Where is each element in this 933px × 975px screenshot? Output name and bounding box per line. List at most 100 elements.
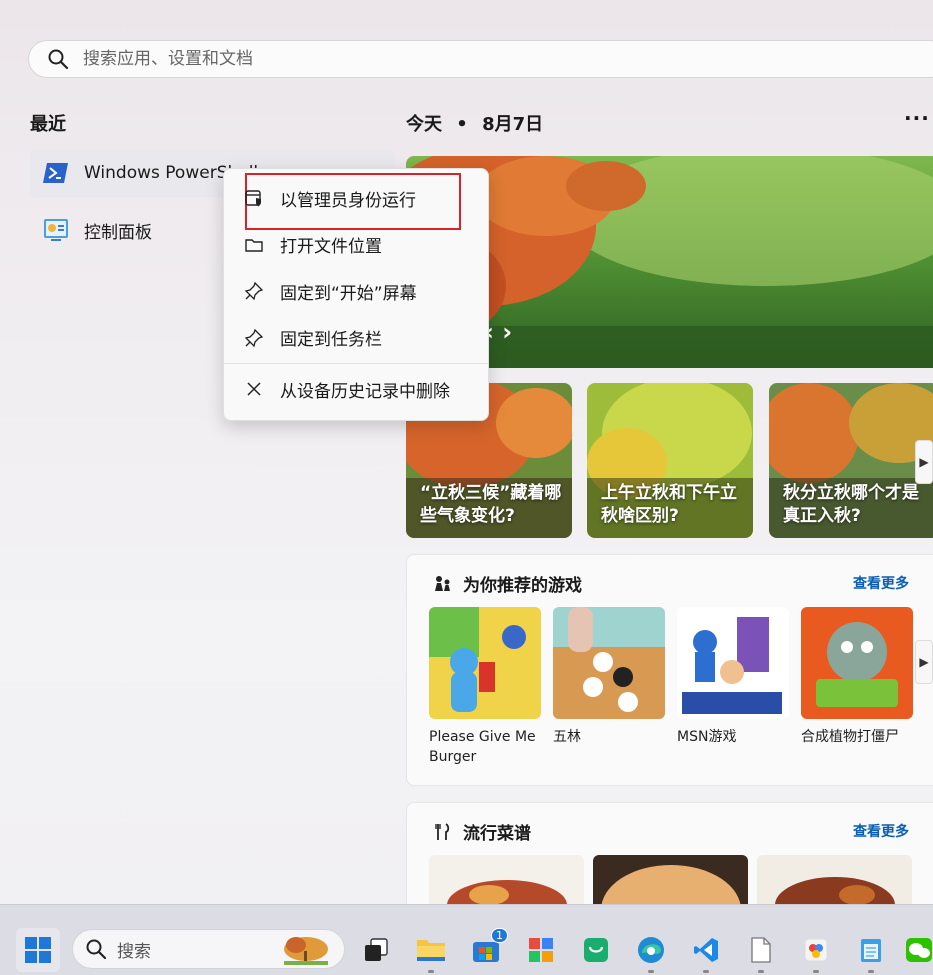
- games-section-title: 为你推荐的游戏: [463, 576, 582, 596]
- running-indicator: [703, 970, 709, 973]
- recent-heading: 最近: [30, 114, 66, 135]
- game-name: 五林: [553, 729, 581, 745]
- menu-item-label: 以管理员身份运行: [280, 190, 416, 211]
- game-name: 合成植物打僵尸: [801, 729, 899, 745]
- recipes-see-more-link[interactable]: 查看更多: [853, 821, 909, 841]
- menu-item-label: 固定到“开始”屏幕: [280, 283, 417, 304]
- start-menu-panel: 最近 Windows PowerShell 控制面板 今天 • 8月7日 ···: [0, 0, 933, 905]
- games-see-more-link[interactable]: 查看更多: [853, 573, 909, 593]
- powershell-icon: [43, 163, 68, 183]
- recipe-tile[interactable]: [593, 855, 748, 904]
- menu-item-run-as-admin[interactable]: 以管理员身份运行: [224, 175, 488, 222]
- search-icon: [48, 49, 69, 70]
- photos-app-button[interactable]: [794, 928, 838, 972]
- news-card[interactable]: 上午立秋和下午立秋啥区别?: [587, 383, 753, 538]
- menu-item-pin-to-taskbar[interactable]: 固定到任务栏: [224, 315, 488, 362]
- game-name: Please Give Me Burger: [429, 729, 536, 765]
- card-caption: 秋分立秋哪个才是真正入秋?: [783, 483, 919, 526]
- recent-item-label: 控制面板: [84, 222, 152, 243]
- recipes-section-header: 流行菜谱: [433, 819, 531, 844]
- game-thumbnail: [801, 607, 913, 719]
- game-tile[interactable]: 合成植物打僵尸: [801, 607, 913, 747]
- games-section-header: 为你推荐的游戏: [433, 571, 582, 596]
- today-date: 8月7日: [482, 114, 544, 135]
- games-next-button[interactable]: ▶: [915, 640, 933, 684]
- search-icon: [86, 939, 107, 960]
- menu-item-label: 从设备历史记录中删除: [280, 381, 450, 402]
- store-button[interactable]: 1: [464, 928, 508, 972]
- recipe-tile[interactable]: [429, 855, 584, 904]
- file-explorer-button[interactable]: [409, 928, 453, 972]
- recipe-image: [593, 855, 748, 904]
- menu-item-pin-to-start[interactable]: 固定到“开始”屏幕: [224, 268, 488, 315]
- edge-button[interactable]: [629, 928, 673, 972]
- control-panel-icon: [44, 219, 68, 241]
- game-thumbnail: [553, 607, 665, 719]
- today-label: 今天: [406, 114, 442, 135]
- recipe-tile[interactable]: [757, 855, 912, 904]
- cards-next-button[interactable]: ▶: [915, 440, 933, 484]
- start-button[interactable]: [16, 928, 60, 972]
- search-input[interactable]: [83, 49, 783, 69]
- fork-knife-icon: [435, 822, 450, 840]
- colorful-app-icon: [529, 938, 553, 962]
- recipe-image: [757, 855, 912, 904]
- menu-item-label: 固定到任务栏: [280, 330, 382, 351]
- menu-item-open-file-location[interactable]: 打开文件位置: [224, 222, 488, 269]
- game-tile[interactable]: Please Give Me Burger: [429, 607, 541, 767]
- vscode-icon: [694, 938, 718, 962]
- more-options-button[interactable]: ···: [904, 106, 930, 130]
- folder-icon: [417, 940, 445, 961]
- notification-badge: 1: [491, 928, 508, 943]
- card-caption: “立秋三候”藏着哪些气象变化?: [420, 483, 562, 526]
- photos-icon: [804, 938, 828, 962]
- game-tile[interactable]: 五林: [553, 607, 665, 747]
- close-icon: [247, 382, 261, 396]
- notepad-button[interactable]: [849, 928, 893, 972]
- recipes-section-title: 流行菜谱: [463, 824, 531, 844]
- game-thumbnail: [429, 607, 541, 719]
- windows-logo-icon: [25, 937, 51, 963]
- edge-browser-icon: [638, 937, 664, 963]
- wechat-icon: [906, 938, 932, 962]
- running-indicator: [428, 970, 434, 973]
- shopping-app-button[interactable]: [574, 928, 618, 972]
- folder-icon: [245, 239, 263, 252]
- game-thumbnail: [677, 607, 789, 719]
- recipe-image: [429, 855, 584, 904]
- search-highlight-autumn-icon: [284, 937, 328, 965]
- running-indicator: [868, 970, 874, 973]
- task-view-button[interactable]: [354, 928, 398, 972]
- pin-icon: [244, 282, 264, 301]
- admin-shield-icon: [245, 190, 261, 207]
- taskbar-search[interactable]: 搜索: [72, 929, 345, 969]
- game-pieces-icon: [435, 575, 450, 591]
- menu-item-label: 打开文件位置: [280, 237, 382, 258]
- start-search-box[interactable]: [28, 40, 933, 78]
- today-header: 今天 • 8月7日: [406, 110, 543, 136]
- running-indicator: [758, 970, 764, 973]
- running-indicator: [648, 970, 654, 973]
- game-name: MSN游戏: [677, 729, 737, 745]
- menu-item-remove-from-history[interactable]: 从设备历史记录中删除: [224, 366, 488, 413]
- shopping-bag-icon: [584, 938, 608, 962]
- card-caption: 上午立秋和下午立秋啥区别?: [601, 483, 737, 526]
- notepad-icon: [861, 939, 881, 962]
- taskbar-search-label: 搜索: [117, 941, 151, 962]
- running-indicator: [813, 970, 819, 973]
- document-button[interactable]: [739, 928, 783, 972]
- today-separator: •: [456, 114, 468, 135]
- context-menu: 以管理员身份运行 打开文件位置 固定到“开始”屏幕 固定到任务栏 从设备历史记录…: [223, 168, 489, 421]
- vscode-button[interactable]: [684, 928, 728, 972]
- menu-separator: [224, 363, 488, 364]
- recipes-section: 流行菜谱 查看更多: [406, 802, 933, 904]
- wechat-button[interactable]: [904, 928, 933, 972]
- office-app-button[interactable]: [519, 928, 563, 972]
- task-view-icon: [365, 938, 388, 961]
- games-section: 为你推荐的游戏 查看更多 Please Give Me Burger 五林 MS…: [406, 554, 933, 786]
- document-icon: [751, 937, 771, 963]
- taskbar: 搜索 1: [0, 922, 933, 975]
- pin-icon: [244, 328, 264, 348]
- game-tile[interactable]: MSN游戏: [677, 607, 789, 747]
- news-card[interactable]: 秋分立秋哪个才是真正入秋?: [769, 383, 933, 538]
